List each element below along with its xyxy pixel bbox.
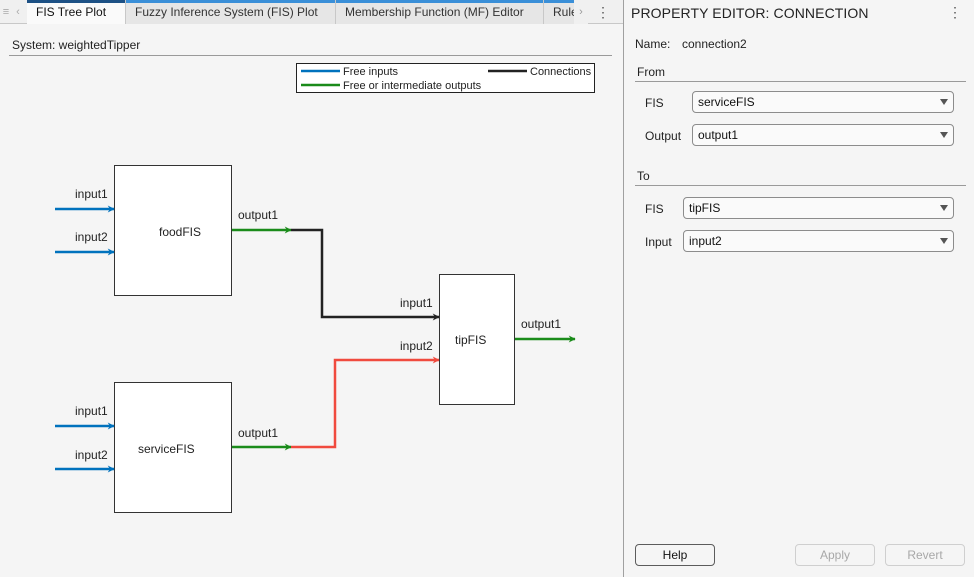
revert-button[interactable]: Revert <box>885 544 965 566</box>
fis-block-tipfis[interactable]: tipFIS input1 input2 output1 <box>400 274 576 405</box>
tab-label: Membership Function (MF) Editor <box>345 5 524 19</box>
tab-list-menu-icon[interactable]: ≡ <box>0 0 12 24</box>
input-label: input1 <box>75 404 108 418</box>
to-fis-label: FIS <box>645 202 664 216</box>
connection-name-value: connection2 <box>682 37 747 51</box>
tab-fis-tree-plot[interactable]: FIS Tree Plot <box>27 0 126 24</box>
block-name: serviceFIS <box>138 442 195 456</box>
document-tab-bar: ≡ ‹ FIS Tree Plot Fuzzy Inference System… <box>0 0 623 24</box>
plot-legend: Free inputs Connections Free or intermed… <box>296 63 595 93</box>
from-fis-value: serviceFIS <box>698 95 755 109</box>
property-editor-title: PROPERTY EDITOR: CONNECTION <box>631 5 869 21</box>
block-name: tipFIS <box>455 333 486 347</box>
chevron-down-icon <box>940 132 948 138</box>
fuzzy-logic-designer-window: ≡ ‹ FIS Tree Plot Fuzzy Inference System… <box>0 0 974 577</box>
output-label: output1 <box>238 208 278 222</box>
to-fis-value: tipFIS <box>689 201 721 215</box>
fis-tree-plot-pane: ≡ ‹ FIS Tree Plot Fuzzy Inference System… <box>0 0 623 577</box>
from-output-value: output1 <box>698 128 739 142</box>
chevron-down-icon <box>940 205 948 211</box>
output-label: output1 <box>238 426 278 440</box>
fis-tree-diagram[interactable]: Free inputs Connections Free or intermed… <box>0 56 623 577</box>
legend-connections-label: Connections <box>530 66 592 78</box>
tab-scroll-left-icon[interactable]: ‹ <box>12 0 24 24</box>
to-input-value: input2 <box>689 234 722 248</box>
input-label: input1 <box>400 296 433 310</box>
input-label: input2 <box>75 448 108 462</box>
block-name: foodFIS <box>159 225 201 239</box>
more-options-icon[interactable]: ⋮ <box>948 4 962 21</box>
fis-block-foodfis[interactable]: foodFIS input1 input2 output1 <box>55 165 292 296</box>
from-fis-dropdown[interactable]: serviceFIS <box>692 91 954 113</box>
from-output-dropdown[interactable]: output1 <box>692 124 954 146</box>
tab-mf-editor[interactable]: Membership Function (MF) Editor <box>336 0 544 24</box>
to-input-dropdown[interactable]: input2 <box>683 230 954 252</box>
legend-free-outputs-label: Free or intermediate outputs <box>343 80 482 92</box>
tab-label: FIS Tree Plot <box>36 5 107 19</box>
connection-servicefis-to-tipfis-selected[interactable] <box>291 356 440 449</box>
from-section-divider <box>635 81 966 82</box>
to-input-label: Input <box>645 235 672 249</box>
tab-label: Fuzzy Inference System (FIS) Plot <box>135 5 318 19</box>
chevron-down-icon <box>940 238 948 244</box>
from-section-label: From <box>637 65 665 79</box>
input-label: input1 <box>75 187 108 201</box>
from-output-label: Output <box>645 129 682 143</box>
to-section-label: To <box>637 169 650 183</box>
output-label: output1 <box>521 317 561 331</box>
tab-fis-plot[interactable]: Fuzzy Inference System (FIS) Plot <box>126 0 336 24</box>
help-button[interactable]: Help <box>635 544 715 566</box>
tab-more-options-icon[interactable]: ⋮ <box>596 0 610 24</box>
legend-free-inputs-label: Free inputs <box>343 66 399 78</box>
apply-button[interactable]: Apply <box>795 544 875 566</box>
property-editor-pane: PROPERTY EDITOR: CONNECTION ⋮ Name: conn… <box>623 0 974 577</box>
system-name-label: System: weightedTipper <box>12 38 141 52</box>
fis-block-servicefis[interactable]: serviceFIS input1 input2 output1 <box>55 382 292 513</box>
to-section-divider <box>635 185 966 186</box>
input-label: input2 <box>75 230 108 244</box>
chevron-down-icon <box>940 99 948 105</box>
input-label: input2 <box>400 339 433 353</box>
tab-scroll-right-icon[interactable]: › <box>574 0 588 24</box>
from-fis-label: FIS <box>645 96 664 110</box>
to-fis-dropdown[interactable]: tipFIS <box>683 197 954 219</box>
name-label: Name: <box>635 37 671 51</box>
